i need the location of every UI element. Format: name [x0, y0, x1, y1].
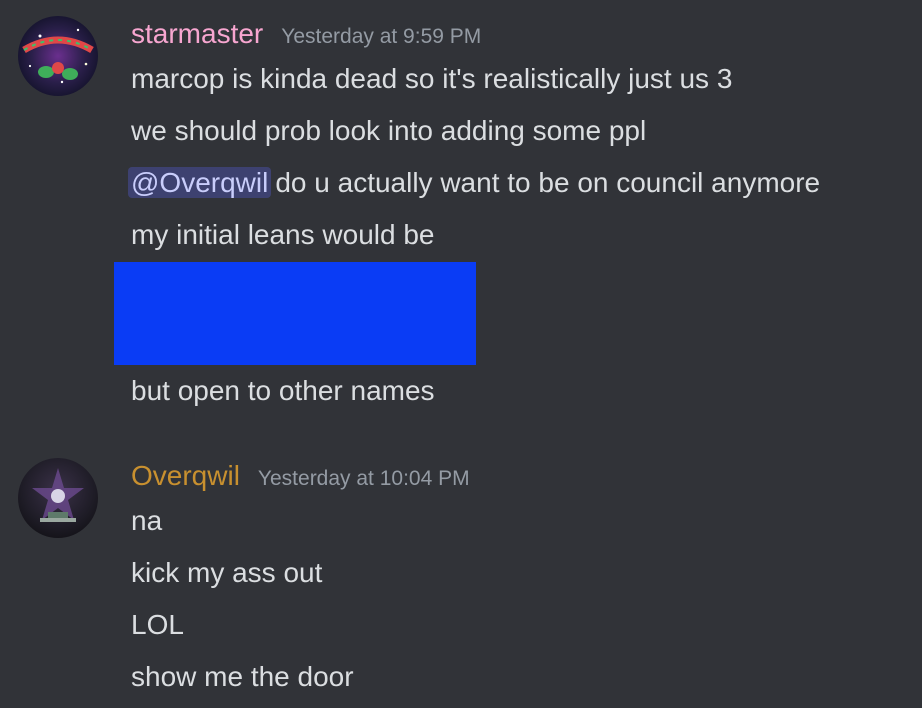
message-line: LOL [131, 609, 184, 640]
message-line: kick my ass out [131, 557, 323, 588]
timestamp[interactable]: Yesterday at 9:59 PM [281, 25, 481, 49]
message-text: do u actually want to be on council anym… [275, 167, 821, 198]
message-line: we should prob look into adding some ppl [131, 115, 647, 146]
message-header: Overqwil Yesterday at 10:04 PM [131, 460, 470, 494]
user-mention[interactable]: @Overqwil [128, 167, 272, 198]
message-line: marcop is kinda dead so it's realistical… [131, 63, 733, 94]
message-line: my initial leans would be [131, 219, 435, 250]
message-header: starmaster Yesterday at 9:59 PM [131, 18, 481, 52]
author-name[interactable]: starmaster [131, 18, 263, 50]
redaction-block [114, 262, 476, 365]
message-line: show me the door [131, 661, 354, 692]
author-name[interactable]: Overqwil [131, 460, 240, 492]
timestamp[interactable]: Yesterday at 10:04 PM [258, 467, 470, 491]
message-line: @Overqwil do u actually want to be on cou… [128, 166, 821, 200]
starmaster-avatar-icon[interactable] [18, 16, 98, 96]
overqwil-avatar-icon[interactable] [18, 458, 98, 538]
message-line: but open to other names [131, 375, 435, 406]
message-line: na [131, 505, 163, 536]
